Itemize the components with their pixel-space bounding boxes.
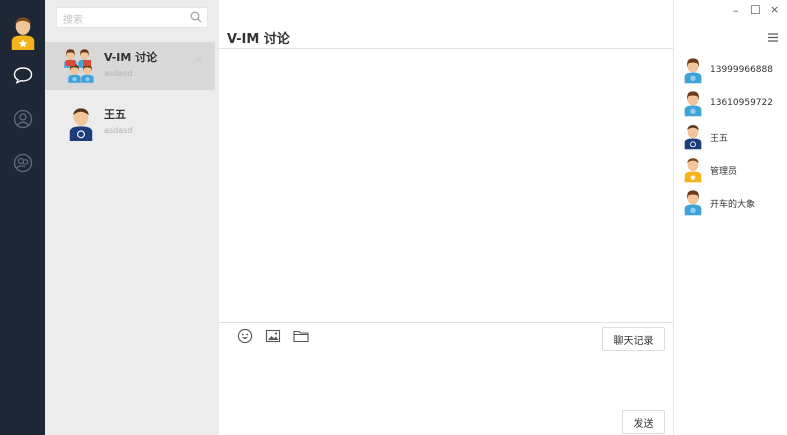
session-preview: asdasd [104, 69, 133, 78]
input-divider [219, 322, 673, 323]
search-box [56, 7, 208, 30]
user-avatar-icon [683, 56, 703, 84]
nav-rail [0, 0, 45, 435]
chat-bubble-icon[interactable] [12, 64, 34, 86]
member-name: 13610959722 [710, 98, 773, 108]
user-avatar-icon [683, 122, 703, 150]
member-item[interactable]: 13999966888 [683, 56, 783, 86]
message-input[interactable] [219, 355, 673, 405]
user-avatar-icon [683, 188, 703, 216]
message-area[interactable] [219, 49, 673, 322]
member-list-panel: – ☐ × 13999966888 13610959722 王五 管理员 开车的… [674, 0, 787, 435]
user-avatar-icon [63, 105, 99, 141]
close-button[interactable]: × [770, 3, 779, 16]
app-window: V-IM 讨论 asdasd × 王五 asdasd V-IM 讨论 聊天记录 … [0, 0, 787, 435]
maximize-button[interactable]: ☐ [750, 3, 761, 17]
emoji-icon[interactable] [237, 328, 253, 344]
groups-icon[interactable] [12, 152, 34, 174]
session-name: 王五 [104, 108, 126, 121]
member-name: 管理员 [710, 167, 738, 177]
input-toolbar [237, 328, 309, 344]
user-avatar-icon [683, 89, 703, 117]
user-avatar-icon [683, 155, 703, 183]
member-name: 13999966888 [710, 65, 773, 75]
my-avatar-icon[interactable] [9, 14, 37, 50]
session-list-panel: V-IM 讨论 asdasd × 王五 asdasd [45, 0, 219, 435]
group-avatar-icon [64, 49, 94, 83]
member-name: 王五 [710, 134, 729, 144]
menu-icon[interactable] [768, 33, 778, 42]
search-icon[interactable] [190, 11, 202, 23]
chat-title: V-IM 讨论 [227, 32, 290, 47]
chat-panel: V-IM 讨论 聊天记录 发送 [219, 0, 674, 435]
search-input[interactable] [57, 11, 177, 30]
send-button[interactable]: 发送 [622, 410, 665, 434]
member-item[interactable]: 王五 [683, 122, 783, 152]
session-preview: asdasd [104, 126, 133, 135]
chat-history-button[interactable]: 聊天记录 [602, 327, 665, 351]
folder-icon[interactable] [293, 328, 309, 344]
member-item[interactable]: 管理员 [683, 155, 783, 185]
session-item-vim-discussion[interactable]: V-IM 讨论 asdasd × [45, 42, 215, 90]
image-icon[interactable] [265, 328, 281, 344]
session-close-icon[interactable]: × [195, 55, 203, 65]
member-item[interactable]: 13610959722 [683, 89, 783, 119]
session-name: V-IM 讨论 [104, 51, 158, 64]
member-item[interactable]: 开车的大象 [683, 188, 783, 218]
contacts-icon[interactable] [12, 108, 34, 130]
minimize-button[interactable]: – [733, 4, 739, 17]
session-item-wangwu[interactable]: 王五 asdasd [45, 99, 215, 147]
member-name: 开车的大象 [710, 200, 756, 210]
